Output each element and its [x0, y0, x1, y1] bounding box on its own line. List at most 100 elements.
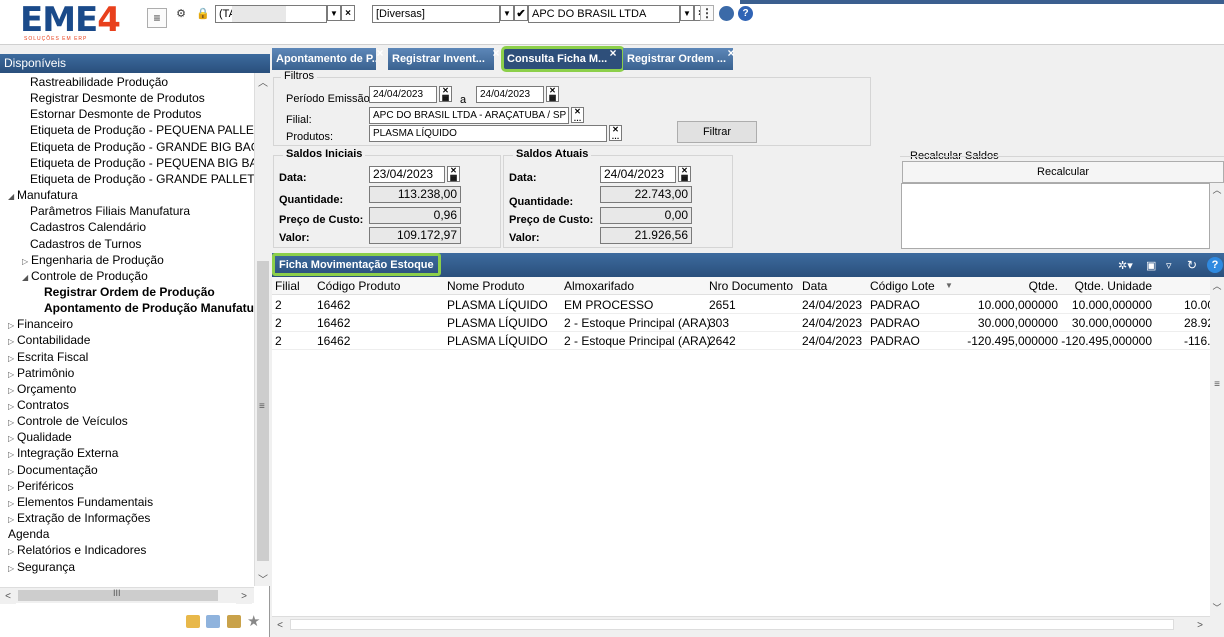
recalc-log-area[interactable]: [901, 183, 1210, 249]
sidebar-item[interactable]: ▷ Relatórios e Indicadores: [8, 542, 146, 558]
products-input[interactable]: PLASMA LÍQUIDO: [369, 125, 607, 142]
grid-column-header[interactable]: Almoxarifado: [564, 279, 634, 293]
scroll-down-icon[interactable]: ﹀: [1210, 601, 1224, 614]
close-icon[interactable]: ×: [490, 46, 502, 60]
more-options-icon[interactable]: ⋮: [700, 5, 714, 21]
sidebar-item[interactable]: Cadastros Calendário: [30, 219, 146, 235]
tab-registrar-ordem[interactable]: Registrar Ordem ...: [623, 48, 733, 70]
sidebar-item[interactable]: Etiqueta de Produção - PEQUENA BIG BAG: [30, 155, 254, 171]
sidebar-item[interactable]: ▷ Elementos Fundamentais: [8, 494, 153, 510]
recalculate-button[interactable]: Recalcular: [902, 161, 1224, 183]
refresh-icon[interactable]: ↻: [1187, 258, 1197, 272]
user-settings-icon[interactable]: ⚙: [172, 5, 190, 21]
close-icon[interactable]: ×: [374, 46, 386, 60]
column-chooser-icon[interactable]: ✲▾: [1118, 259, 1133, 272]
close-icon[interactable]: ×: [607, 46, 619, 60]
grid-column-header[interactable]: Filial: [275, 279, 300, 293]
sidebar-item[interactable]: ▷ Escrita Fiscal: [8, 349, 88, 365]
grid-vertical-scrollbar[interactable]: ︿ ≡ ﹀: [1210, 277, 1224, 616]
tab-apontamento[interactable]: Apontamento de P...: [272, 48, 376, 70]
collapse-icon[interactable]: ◢: [22, 270, 31, 286]
confirm-icon[interactable]: ✔: [514, 5, 528, 21]
grid-column-header[interactable]: Qtde.: [1029, 279, 1058, 293]
favorite-folder-icon[interactable]: [227, 615, 241, 628]
scroll-left-icon[interactable]: <: [272, 617, 288, 633]
sidebar-item[interactable]: ▷ Extração de Informações: [8, 510, 150, 526]
chevron-down-icon[interactable]: ▼: [500, 5, 514, 21]
current-date-field[interactable]: 24/04/2023: [600, 166, 676, 183]
sidebar-item[interactable]: Registrar Ordem de Produção: [44, 284, 215, 300]
scroll-up-icon[interactable]: ︿: [1210, 279, 1224, 292]
collapse-icon[interactable]: ◢: [8, 189, 17, 205]
grid-column-header[interactable]: Qtde. Unidade: [1075, 279, 1152, 293]
scroll-right-icon[interactable]: >: [1192, 617, 1208, 633]
clear-icon[interactable]: ×: [341, 5, 355, 21]
sidebar-item[interactable]: Estornar Desmonte de Produtos: [30, 106, 201, 122]
date-to-input[interactable]: 24/04/2023: [476, 86, 544, 103]
lock-icon[interactable]: 🔒: [195, 5, 211, 21]
close-icon[interactable]: ×: [725, 46, 737, 60]
sidebar-item[interactable]: Registrar Desmonte de Produtos: [30, 90, 205, 106]
grid-column-header[interactable]: Código Lote: [870, 279, 935, 293]
initial-date-field[interactable]: 23/04/2023: [369, 166, 445, 183]
scroll-thumb[interactable]: [290, 619, 1174, 630]
sidebar-horizontal-scrollbar[interactable]: < III >: [0, 587, 254, 604]
branch-input[interactable]: APC DO BRASIL LTDA - ARAÇATUBA / SP: [369, 107, 569, 124]
grid-column-header[interactable]: Data: [802, 279, 827, 293]
star-icon[interactable]: ★: [247, 612, 260, 630]
group-select[interactable]: [Diversas]: [372, 5, 500, 23]
sidebar-item[interactable]: ▷ Contabilidade: [8, 332, 90, 348]
help-icon[interactable]: ?: [738, 6, 753, 21]
calendar-icon[interactable]: ✕ ▦: [439, 86, 452, 102]
folder-icon[interactable]: [186, 615, 200, 628]
scroll-right-icon[interactable]: >: [236, 588, 252, 604]
scroll-up-icon[interactable]: ︿: [255, 73, 271, 89]
calendar-icon[interactable]: ✕ ▦: [546, 86, 559, 102]
scroll-down-icon[interactable]: ﹀: [255, 570, 271, 586]
filter-button[interactable]: Filtrar: [677, 121, 757, 143]
sidebar-item[interactable]: ▷ Contratos: [8, 397, 69, 413]
sidebar-item[interactable]: Parâmetros Filiais Manufatura: [30, 203, 190, 219]
sidebar-item[interactable]: ▷ Controle de Veículos: [8, 413, 128, 429]
sidebar-item[interactable]: ▷ Patrimônio: [8, 365, 74, 381]
sidebar-item[interactable]: ▷ Documentação: [8, 462, 98, 478]
table-row[interactable]: [272, 296, 1210, 314]
expand-icon[interactable]: ▷: [8, 561, 17, 577]
grid-horizontal-scrollbar[interactable]: < >: [272, 616, 1210, 633]
sidebar-item[interactable]: Cadastros de Turnos: [30, 236, 141, 252]
filter-icon[interactable]: ▿: [1166, 259, 1172, 272]
lookup-icon[interactable]: ✕…: [609, 125, 622, 141]
grid-column-header[interactable]: Código Produto: [317, 279, 400, 293]
chevron-down-icon[interactable]: ▼: [327, 5, 341, 21]
sort-chevron-down-icon[interactable]: ▼: [945, 281, 953, 290]
tab-consulta-ficha[interactable]: Consulta Ficha M...: [501, 46, 625, 72]
sidebar-item[interactable]: ▷ Qualidade: [8, 429, 72, 445]
tab-registrar-inventario[interactable]: Registrar Invent...: [388, 48, 494, 70]
menu-icon[interactable]: ≡: [147, 8, 167, 28]
sidebar-item[interactable]: ▷ Segurança: [8, 559, 75, 575]
recalc-scrollbar[interactable]: ︿: [1210, 183, 1224, 249]
sidebar-item[interactable]: Apontamento de Produção Manufatura: [44, 300, 254, 316]
date-from-input[interactable]: 24/04/2023: [369, 86, 437, 103]
sidebar-vertical-scrollbar[interactable]: ︿ ≡ ﹀: [254, 73, 271, 586]
table-row[interactable]: [272, 314, 1210, 332]
help-icon[interactable]: ?: [1207, 257, 1223, 273]
sidebar-item[interactable]: Agenda: [8, 526, 49, 542]
sidebar-item[interactable]: ▷ Periféricos: [8, 478, 74, 494]
sidebar-item[interactable]: ▷ Integração Externa: [8, 445, 118, 461]
sidebar-item[interactable]: ◢ Controle de Produção: [22, 268, 148, 284]
sidebar-item[interactable]: ◢ Manufatura: [8, 187, 78, 203]
grid-column-header[interactable]: Nro Documento: [709, 279, 793, 293]
lookup-icon[interactable]: ✕…: [571, 107, 584, 123]
calendar-icon[interactable]: ✕ ▦: [447, 166, 460, 182]
sidebar-item[interactable]: Rastreabilidade Produção: [30, 74, 168, 90]
grid-column-header[interactable]: Nome Produto: [447, 279, 524, 293]
sidebar-item[interactable]: Etiqueta de Produção - PEQUENA PALLET: [30, 122, 254, 138]
sidebar-item[interactable]: ▷ Orçamento: [8, 381, 76, 397]
sidebar-item[interactable]: ▷ Financeiro: [8, 316, 73, 332]
sidebar-item[interactable]: Etiqueta de Produção - GRANDE BIG BAG: [30, 139, 254, 155]
sidebar-item[interactable]: ▷ Engenharia de Produção: [22, 252, 164, 268]
copy-icon[interactable]: [206, 615, 220, 628]
globe-icon[interactable]: [719, 6, 734, 21]
chevron-down-icon[interactable]: ▼: [680, 5, 694, 21]
